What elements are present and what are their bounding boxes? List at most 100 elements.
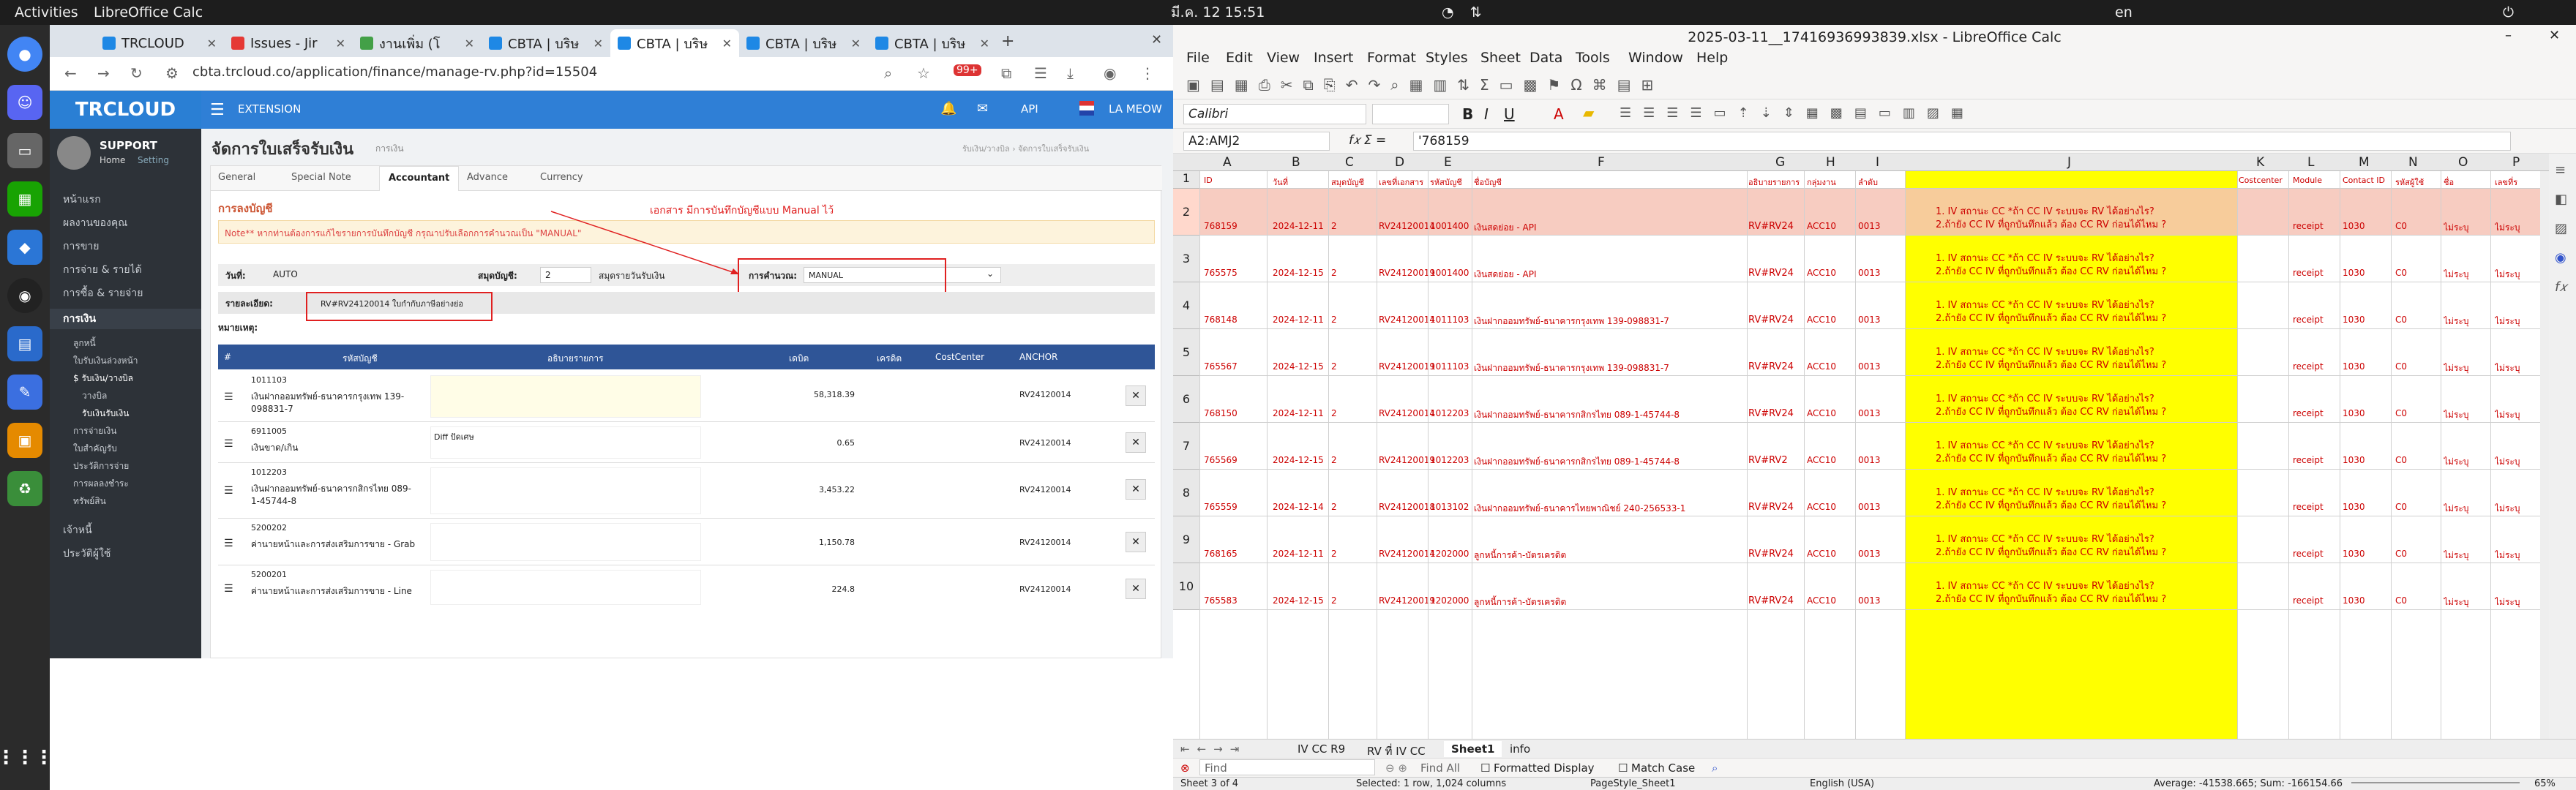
cell-nm[interactable]: ไม่ระบุ bbox=[2495, 549, 2520, 563]
delete-row-icon[interactable]: ✕ bbox=[1126, 532, 1146, 552]
cell-note-line2[interactable]: 2.ถ้ายัง CC IV ที่ถูกบันทึกแล้ว ต้อง CC … bbox=[1936, 263, 2166, 279]
drag-handle-icon[interactable]: ☰ bbox=[224, 538, 233, 549]
close-tab-icon[interactable]: ✕ bbox=[465, 37, 474, 50]
close-tab-icon[interactable]: ✕ bbox=[594, 37, 603, 50]
browser-icon[interactable]: ◉ bbox=[7, 278, 42, 313]
align-icons[interactable]: ☰☰☰☰▭⇡⇣⇕▦▩▤▭▥▨▦ bbox=[1620, 105, 1975, 121]
menu-billing[interactable]: วางบิล bbox=[82, 389, 107, 403]
cell-book[interactable]: 2 bbox=[1331, 549, 1337, 559]
cell-id[interactable]: 768159 bbox=[1204, 221, 1238, 231]
debit-value[interactable]: 0.65 bbox=[774, 438, 855, 448]
new-tab-button[interactable]: + bbox=[1001, 32, 1014, 50]
cell-nm[interactable]: ไม่ระบุ bbox=[2444, 408, 2468, 422]
drag-handle-icon[interactable]: ☰ bbox=[224, 391, 233, 403]
cell-uid[interactable]: C0 bbox=[2395, 595, 2407, 606]
menu-pay-income[interactable]: การจ่าย & รายได้ bbox=[63, 262, 142, 278]
cell-book[interactable]: 2 bbox=[1331, 502, 1337, 512]
cell-doc[interactable]: RV24120019 bbox=[1379, 361, 1435, 372]
cell-name[interactable]: เงินฝากออมทรัพย์-ธนาคารไทยพาณิชย์ 240-25… bbox=[1474, 502, 1685, 516]
close-window-icon[interactable]: ✕ bbox=[2549, 28, 2560, 43]
cell-name[interactable]: เงินฝากออมทรัพย์-ธนาคารกรุงเทพ 139-09883… bbox=[1474, 315, 1669, 328]
app-logo[interactable]: TRCLOUD bbox=[50, 91, 201, 129]
wifi-icon[interactable]: ◔ bbox=[1442, 4, 1454, 20]
cell-g[interactable]: RV#RV24 bbox=[1748, 408, 1794, 419]
cell-note-line2[interactable]: 2.ถ้ายัง CC IV ที่ถูกบันทึกแล้ว ต้อง CC … bbox=[1936, 497, 2166, 513]
row-header[interactable]: 10 bbox=[1173, 563, 1199, 610]
row-header[interactable]: 1 bbox=[1173, 171, 1199, 189]
standard-toolbar[interactable]: ▣▤▦⎙✂⧉⎘↶↷⌕▦▥⇅Σ▭▩⚑Ω⌘▤⊞ bbox=[1173, 70, 2576, 99]
thai-flag-icon[interactable] bbox=[1079, 101, 1094, 116]
menu-user-history[interactable]: ประวัติผู้ใช้ bbox=[63, 546, 111, 562]
cell-nm[interactable]: ไม่ระบุ bbox=[2495, 595, 2520, 609]
cell-mod[interactable]: receipt bbox=[2293, 268, 2324, 278]
cell-h[interactable]: ACC10 bbox=[1807, 549, 1836, 559]
row-header[interactable]: 9 bbox=[1173, 516, 1199, 563]
reload-icon[interactable]: ↻ bbox=[130, 64, 143, 82]
cell-id[interactable]: 768148 bbox=[1204, 315, 1238, 325]
cell-book[interactable]: 2 bbox=[1331, 315, 1337, 325]
app-icon[interactable]: ◆ bbox=[7, 230, 42, 265]
bold-icon[interactable]: B bbox=[1462, 105, 1473, 123]
cell-i[interactable]: 0013 bbox=[1858, 221, 1881, 231]
debit-value[interactable]: 224.8 bbox=[774, 584, 855, 594]
window-close-icon[interactable]: ✕ bbox=[1151, 32, 1162, 48]
extension-link[interactable]: EXTENSION bbox=[238, 102, 301, 116]
cell-g[interactable]: RV#RV24 bbox=[1748, 549, 1794, 560]
cell-doc[interactable]: RV24120018 bbox=[1379, 502, 1435, 512]
cell-g[interactable]: RV#RV24 bbox=[1748, 268, 1794, 279]
cell-i[interactable]: 0013 bbox=[1858, 502, 1881, 512]
debit-value[interactable]: 1,150.78 bbox=[774, 538, 855, 547]
cell-nm[interactable]: ไม่ระบุ bbox=[2495, 502, 2520, 516]
sheet-nav-icons[interactable]: ⇤←→⇥ bbox=[1180, 742, 1246, 756]
cell-h[interactable]: ACC10 bbox=[1807, 455, 1836, 465]
menu-purchase[interactable]: การซื้อ & รายจ่าย bbox=[63, 285, 143, 301]
cell-name[interactable]: ลูกหนี้การค้า-บัตรเครดิต bbox=[1474, 595, 1566, 609]
cell-book[interactable]: 2 bbox=[1331, 221, 1337, 231]
formula-input[interactable]: '768159 bbox=[1413, 132, 2511, 151]
italic-icon[interactable]: I bbox=[1484, 105, 1489, 123]
cell-mod[interactable]: receipt bbox=[2293, 455, 2324, 465]
cell-i[interactable]: 0013 bbox=[1858, 549, 1881, 559]
sheet-grid[interactable]: A B C D E F G H I J K L M N O P 1 ID วัน… bbox=[1173, 154, 2549, 739]
home-link[interactable]: Home bbox=[100, 155, 125, 165]
cell-uid[interactable]: C0 bbox=[2395, 361, 2407, 372]
menu-home[interactable]: หน้าแรก bbox=[63, 192, 101, 208]
cell-mod[interactable]: receipt bbox=[2293, 549, 2324, 559]
cell-doc[interactable]: RV24120019 bbox=[1379, 595, 1435, 606]
cell-mod[interactable]: receipt bbox=[2293, 595, 2324, 606]
cell-cid[interactable]: 1030 bbox=[2343, 595, 2365, 606]
font-size-box[interactable] bbox=[1372, 104, 1449, 124]
cell-uid[interactable]: C0 bbox=[2395, 455, 2407, 465]
download-icon[interactable]: ⤓ bbox=[1067, 64, 1074, 82]
menu-pay-history[interactable]: ประวัติการจ่าย bbox=[73, 459, 129, 473]
description-field[interactable] bbox=[430, 375, 701, 418]
menu-styles[interactable]: Styles bbox=[1426, 50, 1468, 66]
cell-acc[interactable]: 1001400 bbox=[1430, 268, 1469, 278]
cell-date[interactable]: 2024-12-11 bbox=[1273, 549, 1324, 559]
cell-cid[interactable]: 1030 bbox=[2343, 315, 2365, 325]
menu-insert[interactable]: Insert bbox=[1314, 50, 1354, 66]
menu-file[interactable]: File bbox=[1186, 50, 1210, 66]
close-tab-icon[interactable]: ✕ bbox=[980, 37, 989, 50]
navigator-icon[interactable]: ◉ bbox=[2555, 250, 2566, 266]
power-icon[interactable]: ⏻ bbox=[2503, 4, 2514, 20]
delete-row-icon[interactable]: ✕ bbox=[1126, 579, 1146, 599]
close-tab-icon[interactable]: ✕ bbox=[722, 37, 732, 50]
cell-i[interactable]: 0013 bbox=[1858, 595, 1881, 606]
zoom-slider[interactable] bbox=[2351, 782, 2520, 783]
menu-advance[interactable]: ใบรับเงินล่วงหน้า bbox=[73, 354, 138, 368]
debit-value[interactable]: 58,318.39 bbox=[774, 390, 855, 399]
cell-h[interactable]: ACC10 bbox=[1807, 595, 1836, 606]
cell-book[interactable]: 2 bbox=[1331, 361, 1337, 372]
discord-icon[interactable]: ☺ bbox=[7, 85, 42, 120]
cell-date[interactable]: 2024-12-11 bbox=[1273, 221, 1324, 231]
drag-handle-icon[interactable]: ☰ bbox=[224, 583, 233, 595]
cell-date[interactable]: 2024-12-14 bbox=[1273, 502, 1324, 512]
anchor-value[interactable]: RV24120014 bbox=[1019, 390, 1071, 399]
sheet-tab-3-active[interactable]: Sheet1 bbox=[1444, 741, 1502, 757]
minimize-icon[interactable]: – bbox=[2505, 28, 2512, 43]
cell-acc[interactable]: 1001400 bbox=[1430, 221, 1469, 231]
function-wizard-icon[interactable]: f𝑥 Σ = bbox=[1349, 133, 1386, 148]
cell-g[interactable]: RV#RV24 bbox=[1748, 221, 1794, 232]
menu-asset[interactable]: ทรัพย์สิน bbox=[73, 494, 106, 508]
